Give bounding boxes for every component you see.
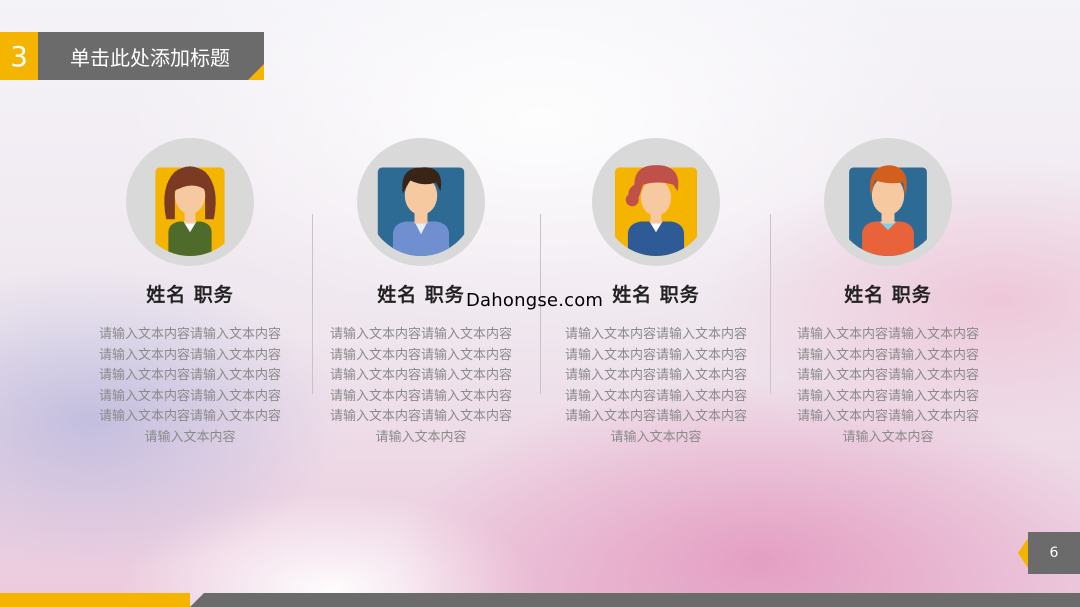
person-description[interactable]: 请输入文本内容请输入文本内容 请输入文本内容请输入文本内容 请输入文本内容请输入… [561, 325, 751, 448]
man-orange-hair-avatar-icon [849, 165, 927, 256]
avatar [592, 138, 720, 266]
description-line: 请输入文本内容请输入文本内容 [329, 368, 512, 383]
description-line: 请输入文本内容请输入文本内容 [564, 327, 747, 342]
description-line: 请输入文本内容 [375, 429, 467, 445]
person-description[interactable]: 请输入文本内容请输入文本内容 请输入文本内容请输入文本内容 请输入文本内容请输入… [326, 325, 516, 448]
description-line: 请输入文本内容请输入文本内容 [98, 347, 281, 363]
description-line: 请输入文本内容请输入文本内容 [796, 409, 979, 424]
description-line: 请输入文本内容请输入文本内容 [329, 327, 512, 342]
bottom-gray-bar [190, 593, 1080, 607]
description-line: 请输入文本内容请输入文本内容 [564, 368, 747, 383]
avatar [824, 138, 952, 266]
description-line: 请输入文本内容请输入文本内容 [796, 327, 979, 342]
column-divider [770, 214, 771, 394]
description-line: 请输入文本内容请输入文本内容 [98, 409, 281, 424]
man-avatar-icon [377, 167, 465, 256]
description-line: 请输入文本内容请输入文本内容 [98, 327, 281, 342]
person-name-title[interactable]: 姓名 职务 [793, 280, 983, 307]
section-number: 3 [0, 32, 38, 80]
description-line: 请输入文本内容请输入文本内容 [564, 347, 747, 363]
slide-title[interactable]: 单击此处添加标题 [38, 32, 264, 80]
bottom-accent-bar [0, 593, 190, 607]
description-line: 请输入文本内容请输入文本内容 [329, 409, 512, 424]
person-description[interactable]: 请输入文本内容请输入文本内容 请输入文本内容请输入文本内容 请输入文本内容请输入… [95, 325, 285, 448]
description-line: 请输入文本内容 [610, 429, 702, 445]
description-line: 请输入文本内容请输入文本内容 [564, 409, 747, 424]
slide-title-bar: 3 单击此处添加标题 [0, 32, 264, 80]
person-card-1: 姓名 职务 请输入文本内容请输入文本内容 请输入文本内容请输入文本内容 请输入文… [95, 138, 285, 448]
person-card-4: 姓名 职务 请输入文本内容请输入文本内容 请输入文本内容请输入文本内容 请输入文… [793, 138, 983, 448]
description-line: 请输入文本内容 [842, 429, 934, 445]
description-line: 请输入文本内容请输入文本内容 [796, 368, 979, 383]
column-divider [312, 214, 313, 394]
woman-avatar-icon [155, 166, 225, 256]
description-line: 请输入文本内容 [144, 429, 236, 445]
page-number: 6 [1028, 532, 1080, 574]
person-name-title[interactable]: 姓名 职务 [95, 280, 285, 307]
description-line: 请输入文本内容请输入文本内容 [98, 368, 281, 383]
description-line: 请输入文本内容请输入文本内容 [329, 388, 512, 404]
woman-red-hair-avatar-icon [614, 165, 698, 256]
description-line: 请输入文本内容请输入文本内容 [564, 388, 747, 404]
avatar [357, 138, 485, 266]
avatar [126, 138, 254, 266]
description-line: 请输入文本内容请输入文本内容 [98, 388, 281, 404]
watermark-text: Dahongse.com [466, 290, 604, 311]
description-line: 请输入文本内容请输入文本内容 [796, 347, 979, 363]
description-line: 请输入文本内容请输入文本内容 [329, 347, 512, 363]
page-number-badge: 6 [1018, 532, 1080, 574]
description-line: 请输入文本内容请输入文本内容 [796, 388, 979, 404]
person-description[interactable]: 请输入文本内容请输入文本内容 请输入文本内容请输入文本内容 请输入文本内容请输入… [793, 325, 983, 448]
